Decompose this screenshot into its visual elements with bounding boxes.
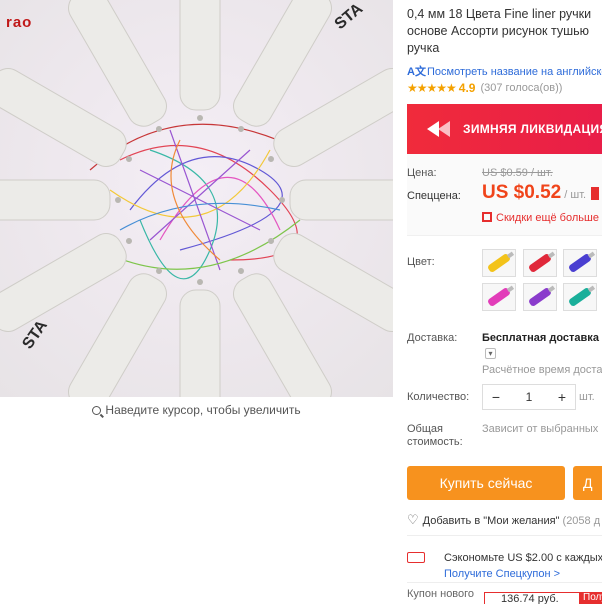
extra-discount-link[interactable]: Скидки ещё больше bbox=[482, 212, 599, 224]
rating-stars-icon: ★★★★★ bbox=[407, 81, 457, 95]
color-swatch-red[interactable] bbox=[523, 249, 557, 277]
shipping-value: Бесплатная доставка в bbox=[482, 332, 602, 344]
svg-text:STA: STA bbox=[332, 0, 367, 33]
old-price-row: Цена: US $0.59 / шт. bbox=[407, 167, 553, 179]
coupon-ticket-icon bbox=[407, 552, 425, 563]
product-title: 0,4 мм 18 Цвета Fine liner ручки основе … bbox=[407, 6, 602, 57]
divider bbox=[407, 582, 602, 583]
product-page: STA STA rao Наведите курсор, чтобы увели… bbox=[0, 0, 602, 604]
product-info: 0,4 мм 18 Цвета Fine liner ручки основе … bbox=[407, 0, 602, 604]
brand-logo-text: rao bbox=[6, 14, 33, 31]
promo-chevron-icon bbox=[425, 123, 451, 135]
total-label: Общая стоимость: bbox=[407, 423, 463, 448]
promo-banner[interactable]: ЗИМНЯЯ ЛИКВИДАЦИЯ bbox=[407, 104, 602, 154]
get-coupon-link[interactable]: Получите Спецкупон > bbox=[444, 568, 560, 580]
savings-text: Сэкономьте US $2.00 с каждых bbox=[444, 552, 602, 564]
divider bbox=[407, 535, 602, 536]
color-label: Цвет: bbox=[407, 256, 435, 268]
pen-blue-icon bbox=[567, 252, 593, 274]
extra-discount-text: Скидки ещё больше bbox=[496, 212, 599, 224]
qr-code-icon bbox=[482, 212, 492, 222]
color-swatch-pink[interactable] bbox=[482, 283, 516, 311]
get-coupon-button[interactable]: Получи bbox=[580, 592, 602, 604]
special-price: US $0.52 bbox=[482, 182, 562, 203]
total-value: Зависит от выбранных bbox=[482, 423, 599, 435]
product-gallery: STA STA rao Наведите курсор, чтобы увели… bbox=[0, 0, 393, 604]
pen-red-icon bbox=[527, 252, 553, 274]
translate-title-link[interactable]: A文 Посмотреть название на английском bbox=[407, 66, 602, 78]
discount-badge bbox=[591, 187, 600, 200]
color-swatch-teal[interactable] bbox=[563, 283, 597, 311]
pen-pink-icon bbox=[486, 286, 512, 308]
add-to-cart-button[interactable]: Д bbox=[573, 466, 602, 500]
pen-yellow-icon bbox=[486, 252, 512, 274]
new-user-coupon-amount: 136.74 руб. bbox=[484, 592, 580, 604]
pens-illustration: STA STA bbox=[0, 0, 393, 397]
pen-teal-icon bbox=[567, 286, 593, 308]
color-swatch-purple[interactable] bbox=[523, 283, 557, 311]
title-line-3: ручка bbox=[407, 41, 440, 55]
zoom-hint: Наведите курсор, чтобы увеличить bbox=[0, 402, 393, 418]
wishlist-count: (2058 д bbox=[562, 515, 601, 527]
zoom-hint-text: Наведите курсор, чтобы увеличить bbox=[105, 403, 301, 417]
quantity-stepper: − 1 + bbox=[482, 384, 576, 410]
heart-icon: ♡ bbox=[407, 512, 419, 527]
color-swatch-yellow[interactable] bbox=[482, 249, 516, 277]
quantity-decrease-button[interactable]: − bbox=[483, 389, 509, 405]
translate-icon: A文 bbox=[407, 66, 426, 78]
quantity-increase-button[interactable]: + bbox=[549, 389, 575, 405]
product-rating[interactable]: ★★★★★ 4.9 (307 голоса(ов)) bbox=[407, 81, 602, 95]
pen-purple-icon bbox=[527, 286, 553, 308]
rating-votes: (307 голоса(ов)) bbox=[480, 82, 563, 94]
buy-now-button[interactable]: Купить сейчас bbox=[407, 466, 565, 500]
translate-link-text: Посмотреть название на английском bbox=[427, 66, 602, 78]
title-line-2: основе Ассорти рисунок тушью bbox=[407, 24, 590, 38]
wishlist-link[interactable]: ♡ Добавить в "Мои желания" (2058 д bbox=[407, 512, 600, 528]
quantity-unit: шт. bbox=[579, 391, 595, 403]
special-price-row: US $0.52 / шт. bbox=[482, 182, 600, 204]
quantity-input[interactable]: 1 bbox=[516, 390, 542, 404]
promo-banner-text: ЗИМНЯЯ ЛИКВИДАЦИЯ bbox=[463, 122, 602, 136]
special-price-unit: / шт. bbox=[564, 189, 587, 201]
price-label: Цена: bbox=[407, 167, 437, 179]
delivery-time: Расчётное время доставки bbox=[482, 364, 602, 376]
product-main-image[interactable]: STA STA rao bbox=[0, 0, 393, 397]
quantity-label: Количество: bbox=[407, 391, 470, 403]
magnifier-icon bbox=[92, 406, 102, 415]
color-swatch-blue[interactable] bbox=[563, 249, 597, 277]
special-price-label: Спеццена: bbox=[407, 190, 461, 202]
title-line-1: 0,4 мм 18 Цвета Fine liner ручки bbox=[407, 7, 592, 21]
shipping-dropdown[interactable]: ▾ bbox=[485, 347, 496, 359]
rating-score: 4.9 bbox=[458, 81, 476, 95]
wishlist-text: Добавить в "Мои желания" bbox=[422, 515, 560, 527]
shipping-label: Доставка: bbox=[407, 332, 458, 344]
old-price: US $0.59 / шт. bbox=[482, 167, 553, 179]
new-user-coupon-label: Купон нового bbox=[407, 588, 475, 600]
chevron-down-icon: ▾ bbox=[485, 348, 496, 359]
